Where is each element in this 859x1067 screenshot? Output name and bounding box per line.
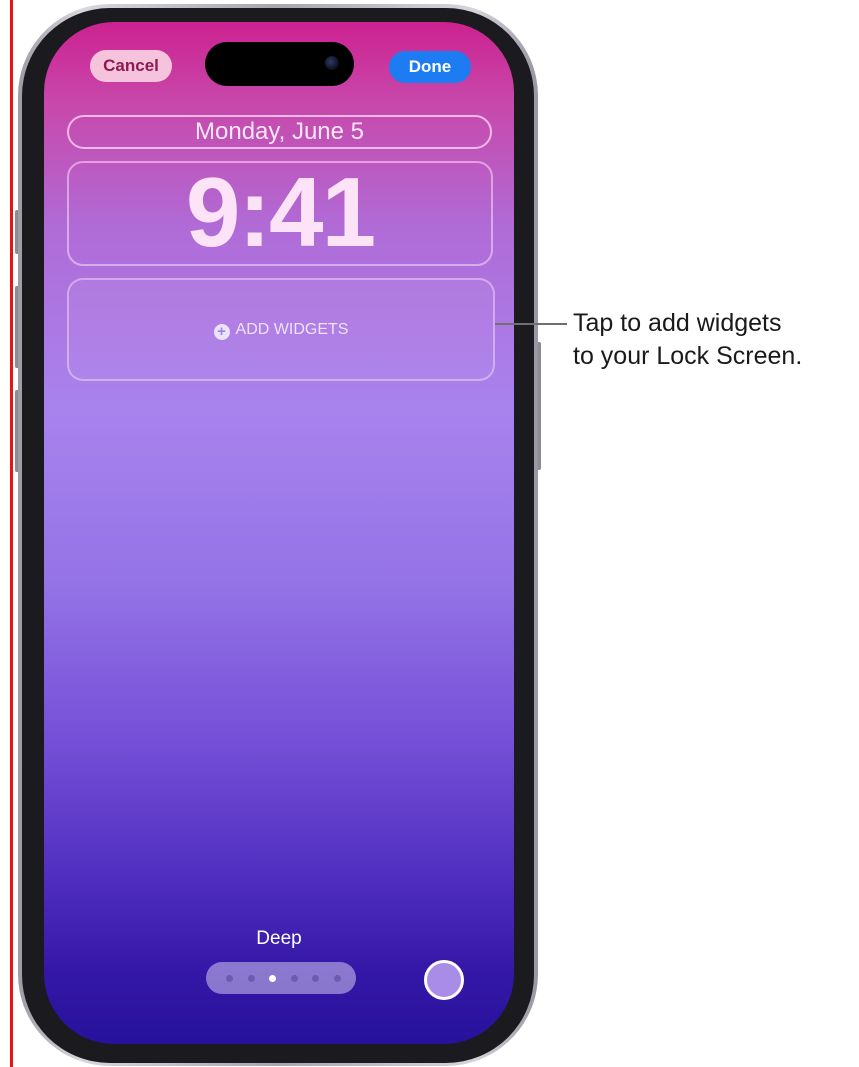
callout-line-2: to your Lock Screen.: [573, 342, 803, 370]
callout-line-1: Tap to add widgets: [573, 309, 782, 337]
plus-circle-icon: +: [213, 324, 230, 340]
page-dot[interactable]: [290, 975, 298, 982]
clock[interactable]: 9:41: [67, 161, 493, 266]
wallpaper-style-name: Deep: [256, 928, 302, 949]
lock-screen: Cancel Done Monday, June 5 9:41 + ADD WID…: [44, 22, 514, 1044]
page-dot[interactable]: [312, 975, 319, 982]
page-indicator[interactable]: [206, 962, 356, 994]
red-edge-line: [10, 0, 13, 1067]
callout-line: [495, 323, 567, 325]
dynamic-island: [205, 42, 354, 86]
color-picker-button[interactable]: [424, 960, 464, 1000]
page-dot[interactable]: [226, 975, 233, 982]
date-widget[interactable]: Monday, June 5: [67, 115, 492, 149]
camera-icon: [325, 56, 339, 70]
callout-text: Tap to add widgets to your Lock Screen.: [573, 307, 802, 373]
page-dot[interactable]: [333, 975, 341, 982]
cancel-button[interactable]: Cancel: [90, 50, 172, 82]
page-dot[interactable]: [247, 975, 255, 982]
page-dot-active[interactable]: [269, 975, 276, 982]
add-widgets-label: ADD WIDGETS: [235, 321, 349, 338]
add-widgets-button[interactable]: + ADD WIDGETS: [69, 321, 493, 340]
add-widgets-area[interactable]: + ADD WIDGETS: [67, 278, 495, 381]
done-button[interactable]: Done: [389, 51, 471, 83]
